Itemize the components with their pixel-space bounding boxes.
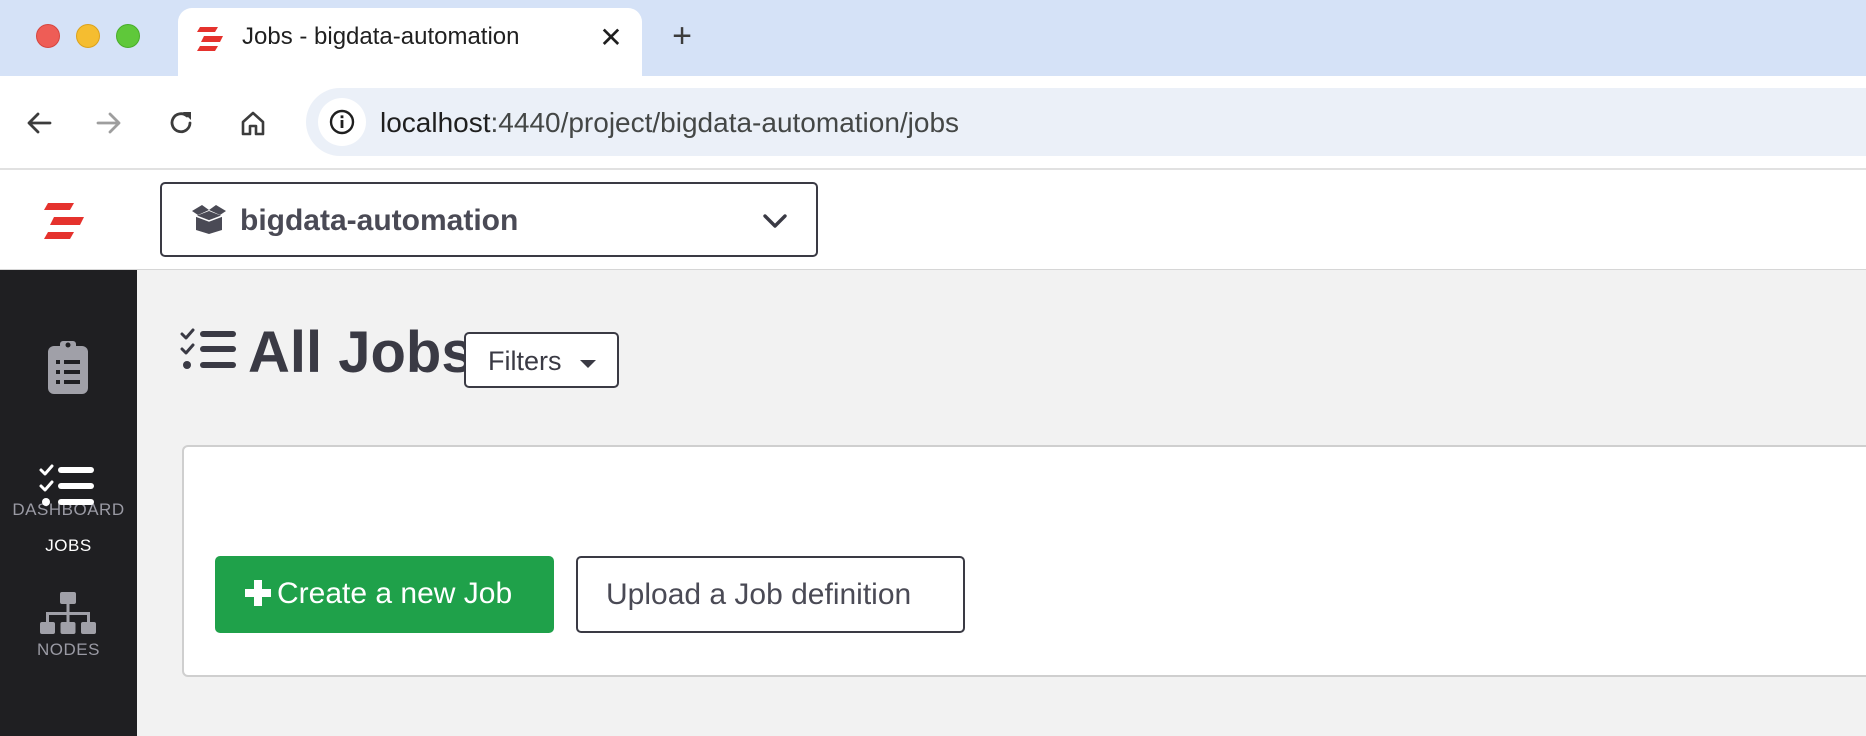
tab-title: Jobs - bigdata-automation — [242, 23, 520, 50]
project-name: bigdata-automation — [240, 204, 519, 237]
task-list-icon — [39, 464, 94, 506]
create-job-button[interactable]: Create a new Job — [215, 556, 554, 633]
address-bar[interactable]: localhost:4440/project/bigdata-automatio… — [306, 88, 1866, 156]
rundeck-logo-icon[interactable] — [42, 198, 88, 244]
create-job-label: Create a new Job — [277, 577, 513, 610]
task-list-icon — [180, 328, 236, 369]
back-arrow-icon[interactable] — [20, 104, 58, 142]
upload-job-definition-button[interactable]: Upload a Job definition — [576, 556, 965, 633]
filters-dropdown-button[interactable]: Filters — [464, 332, 619, 388]
site-info-icon[interactable] — [318, 98, 366, 146]
app-header: bigdata-automation — [0, 170, 1866, 270]
url-text[interactable]: localhost:4440/project/bigdata-automatio… — [380, 107, 959, 139]
browser-tab[interactable]: Jobs - bigdata-automation ✕ — [178, 8, 642, 76]
sidebar-item-jobs[interactable]: JOBS — [0, 464, 137, 602]
box-open-icon — [192, 205, 226, 234]
upload-job-label: Upload a Job definition — [606, 578, 912, 611]
chevron-down-icon — [763, 214, 787, 228]
new-tab-icon[interactable]: + — [666, 18, 698, 54]
window-zoom-button[interactable] — [116, 24, 140, 48]
home-icon[interactable] — [234, 104, 272, 142]
window-close-button[interactable] — [36, 24, 60, 48]
filters-label: Filters — [488, 346, 562, 376]
sidebar-item-dashboard[interactable]: DASHBOARD — [0, 341, 137, 519]
page-title: All Jobs — [248, 320, 474, 385]
clipboard-icon — [48, 341, 88, 394]
sidebar: DASHBOARD JOBS NODES — [0, 270, 137, 736]
sidebar-item-label: NODES — [37, 640, 100, 659]
browser-tab-bar: Jobs - bigdata-automation ✕ + — [0, 0, 1866, 76]
sidebar-item-nodes[interactable]: NODES — [0, 592, 137, 734]
url-host: localhost — [380, 107, 491, 138]
sidebar-item-label: JOBS — [45, 536, 92, 555]
forward-arrow-icon[interactable] — [90, 104, 128, 142]
browser-toolbar: localhost:4440/project/bigdata-automatio… — [0, 76, 1866, 170]
caret-down-icon — [580, 360, 596, 368]
tab-close-icon[interactable]: ✕ — [596, 23, 626, 53]
window-minimize-button[interactable] — [76, 24, 100, 48]
rundeck-favicon-icon — [197, 27, 223, 51]
plus-icon — [245, 580, 271, 606]
project-selector[interactable]: bigdata-automation — [160, 182, 818, 257]
url-path: :4440/project/bigdata-automation/jobs — [490, 107, 960, 138]
reload-icon[interactable] — [162, 104, 200, 142]
